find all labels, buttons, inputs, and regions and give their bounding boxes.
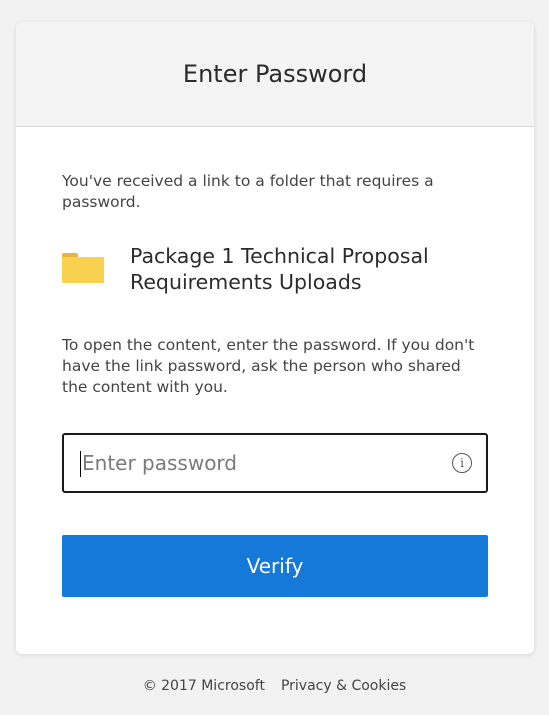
shared-folder: Package 1 Technical Proposal Requirement…: [62, 243, 488, 295]
text-caret: [80, 451, 81, 477]
copyright-text: © 2017 Microsoft: [142, 678, 265, 694]
intro-text: You've received a link to a folder that …: [62, 172, 434, 211]
password-dialog: Enter Password You've received a link to…: [16, 22, 534, 654]
footer: © 2017 Microsoft Privacy & Cookies: [0, 678, 549, 694]
verify-button[interactable]: Verify: [62, 535, 488, 597]
folder-name: Package 1 Technical Proposal Requirement…: [130, 244, 429, 294]
dialog-body: You've received a link to a folder that …: [16, 171, 534, 597]
instructions-text: To open the content, enter the password.…: [62, 336, 475, 396]
privacy-cookies-link[interactable]: Privacy & Cookies: [281, 678, 406, 694]
password-input[interactable]: [80, 450, 452, 476]
password-field[interactable]: i: [62, 433, 488, 493]
dialog-title: Enter Password: [182, 60, 368, 88]
dialog-header: Enter Password: [16, 22, 534, 127]
info-icon[interactable]: i: [452, 453, 472, 473]
folder-icon: [62, 253, 104, 285]
